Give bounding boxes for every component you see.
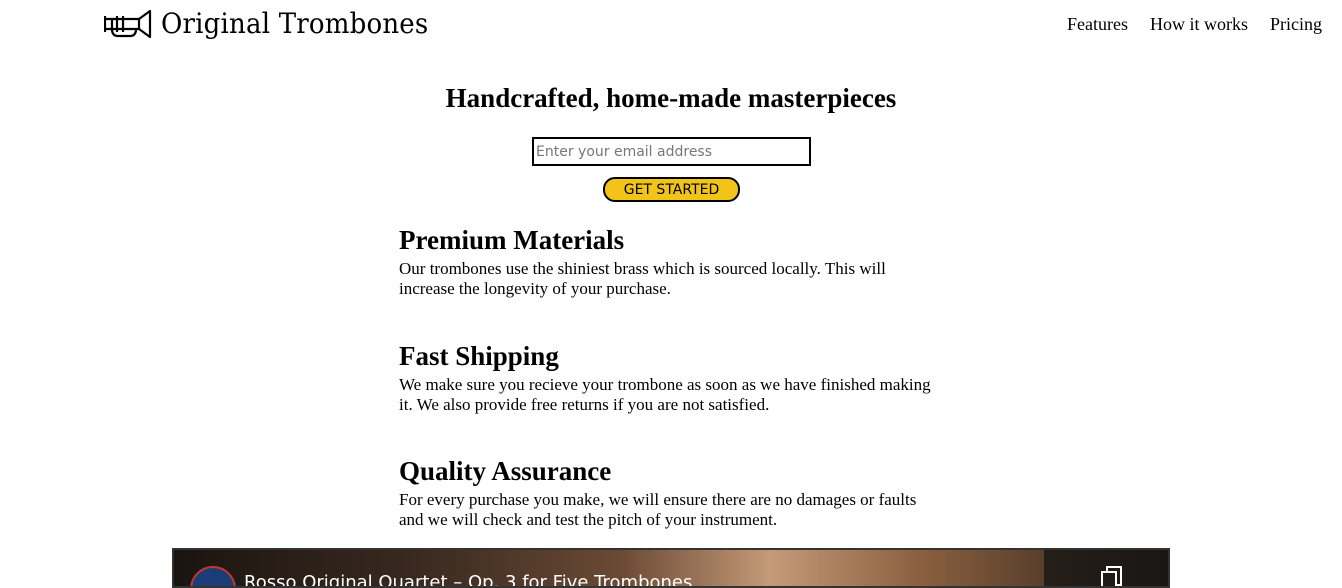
feature-text: For every purchase you make, we will ens… [399,490,917,529]
trombone-icon [104,9,152,39]
feature-title: Premium Materials [399,225,625,255]
nav-link-how-it-works[interactable]: How it works [1150,14,1248,35]
main-nav: Features How it works Pricing [1067,14,1322,35]
feature-fast-shipping: Fast Shipping We make sure you recieve y… [399,341,939,415]
feature-text: Our trombones use the shiniest brass whi… [399,259,886,298]
video-embed[interactable]: Rosso Original Quartet – Op. 3 for Five … [172,548,1170,588]
feature-title: Fast Shipping [399,341,559,371]
feature-premium-materials: Premium Materials Our trombones use the … [399,225,939,299]
email-input[interactable] [532,137,811,166]
copy-link-icon[interactable] [1100,564,1124,588]
nav-link-pricing[interactable]: Pricing [1270,14,1322,35]
nav-link-features[interactable]: Features [1067,14,1128,35]
page-header: Original Trombones Features How it works… [0,0,1342,50]
feature-quality-assurance: Quality Assurance For every purchase you… [399,456,939,530]
video-title[interactable]: Rosso Original Quartet – Op. 3 for Five … [244,572,692,586]
get-started-button[interactable]: GET STARTED [603,177,740,202]
feature-text: We make sure you recieve your trombone a… [399,375,931,414]
brand-name: Original Trombones [161,7,429,40]
channel-avatar[interactable] [190,566,236,586]
logo[interactable]: Original Trombones [104,8,449,40]
hero-title: Handcrafted, home-made masterpieces [445,83,897,113]
feature-title: Quality Assurance [399,456,612,486]
